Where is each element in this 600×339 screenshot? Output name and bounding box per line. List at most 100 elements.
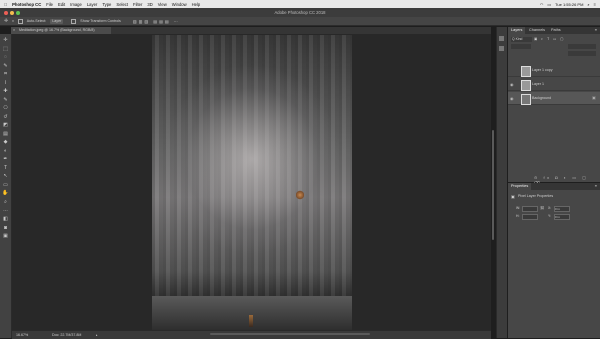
tab-paths[interactable]: Paths <box>548 27 564 34</box>
close-window-icon[interactable] <box>4 10 8 15</box>
pen-icon[interactable]: ✒ <box>2 156 9 163</box>
menu-help[interactable]: Help <box>192 2 201 7</box>
menubar-clock[interactable]: Tue 1:55:26 PM <box>555 2 583 7</box>
eraser-icon[interactable]: ◩ <box>2 122 9 129</box>
menu-layer[interactable]: Layer <box>87 2 97 7</box>
height-field[interactable] <box>522 214 538 220</box>
marquee-icon[interactable]: ⬚ <box>2 46 9 53</box>
close-doc-icon[interactable]: × <box>13 27 15 34</box>
gradient-icon[interactable]: ▤ <box>2 131 9 138</box>
properties-menu-icon[interactable]: ≡ <box>592 183 600 190</box>
healing-icon[interactable]: ✚ <box>2 88 9 95</box>
apple-icon[interactable]:  <box>4 2 7 7</box>
type-icon[interactable]: T <box>2 165 9 172</box>
x-field[interactable]: 0 in <box>554 206 570 212</box>
visibility-icon[interactable]: ◉ <box>510 82 514 87</box>
layer-row[interactable]: Layer 1 copy <box>508 64 600 77</box>
link-icon[interactable]: ⛓ <box>540 206 544 210</box>
more-icon[interactable]: … <box>2 207 9 214</box>
width-field[interactable] <box>522 206 538 212</box>
colors-icon[interactable]: ◧ <box>2 216 9 223</box>
adjustments-panel-icon[interactable] <box>499 46 504 51</box>
menu-view[interactable]: View <box>158 2 167 7</box>
menu-type[interactable]: Type <box>102 2 111 7</box>
path-select-icon[interactable]: ↖ <box>2 173 9 180</box>
layer-thumbnail <box>521 65 531 77</box>
options-bar: ✛ ▾ Auto-Select: Layer Show Transform Co… <box>0 17 600 26</box>
dodge-icon[interactable]: ◐ <box>2 148 9 155</box>
layers-panel: Layers Channels Paths ≡ Q Kind ▣ ◐ T ▭ ▢… <box>508 27 600 185</box>
stamp-icon[interactable]: ⎔ <box>2 105 9 112</box>
quick-select-icon[interactable]: ✎ <box>2 63 9 70</box>
document-canvas-image[interactable] <box>152 35 352 330</box>
menubar-status-area: ◠ ▭ Tue 1:55:26 PM ⌕ ≡ <box>540 0 596 8</box>
align-icons[interactable]: ▥▥▥ ▤▤▤ ⋯ <box>133 19 180 24</box>
crop-icon[interactable]: ⌗ <box>2 71 9 78</box>
tab-channels[interactable]: Channels <box>526 27 548 34</box>
lock-icon[interactable]: ▣ <box>592 95 596 100</box>
properties-panel: Properties ≡ ▣ Pixel Layer Properties W:… <box>508 183 600 338</box>
visibility-icon[interactable]: ◉ <box>510 96 514 101</box>
screenmode-icon[interactable]: ▣ <box>2 233 9 240</box>
quickmask-icon[interactable]: ◙ <box>2 225 9 232</box>
menu-app-name[interactable]: Photoshop CC <box>12 2 41 7</box>
layer-name[interactable]: Layer 1 <box>532 78 544 90</box>
layer-row[interactable]: ◉ Layer 1 <box>508 78 600 91</box>
horizontal-scrollbar[interactable] <box>210 333 370 335</box>
tab-properties[interactable]: Properties <box>508 183 532 190</box>
auto-select-label: Auto-Select: <box>26 19 47 23</box>
history-panel-icon[interactable] <box>499 36 504 41</box>
brush-icon[interactable]: ✎ <box>2 97 9 104</box>
minimize-window-icon[interactable] <box>10 10 14 15</box>
hand-icon[interactable]: ✋ <box>2 190 9 197</box>
search-icon[interactable]: ⌕ <box>587 2 589 7</box>
layer-name[interactable]: Background <box>532 92 551 104</box>
panel-menu-icon[interactable]: ≡ <box>592 27 600 34</box>
x-label: X: <box>548 206 552 210</box>
wifi-icon[interactable]: ◠ <box>540 2 544 7</box>
auto-select-checkbox[interactable] <box>17 18 23 24</box>
layer-thumbnail <box>521 79 531 91</box>
auto-select-dropdown[interactable]: Layer <box>50 18 64 24</box>
blend-mode-dropdown[interactable] <box>511 44 531 49</box>
layer-row[interactable]: ◉ Background ▣ <box>508 92 600 105</box>
shape-icon[interactable]: ▭ <box>2 182 9 189</box>
eyedropper-icon[interactable]: ⌇ <box>2 80 9 87</box>
properties-panel-tabs: Properties ≡ <box>508 183 600 190</box>
document-tab[interactable]: × Meditation.jpeg @ 16.7% (Background, R… <box>11 27 111 34</box>
y-field[interactable]: 0 in <box>554 214 570 220</box>
layer-name[interactable]: Layer 1 copy <box>532 64 553 76</box>
pixel-layer-icon: ▣ <box>511 194 515 199</box>
history-brush-icon[interactable]: ↺ <box>2 114 9 121</box>
move-icon[interactable]: ✛ <box>2 37 9 44</box>
menu-edit[interactable]: Edit <box>58 2 65 7</box>
blur-icon[interactable]: ◆ <box>2 139 9 146</box>
menu-3d[interactable]: 3D <box>147 2 152 7</box>
lasso-icon[interactable]: ◌ <box>2 54 9 61</box>
window-title: Adobe Photoshop CC 2018 <box>274 10 326 15</box>
zoom-icon[interactable]: ⌕ <box>2 199 9 206</box>
mac-menu-bar:  Photoshop CC File Edit Image Layer Typ… <box>0 0 600 8</box>
menu-filter[interactable]: Filter <box>133 2 142 7</box>
show-transform-label: Show Transform Controls <box>80 19 121 23</box>
tab-layers[interactable]: Layers <box>508 27 526 34</box>
move-tool-preset-icon[interactable]: ✛ <box>4 18 8 24</box>
layer-filter-icons[interactable]: ▣ ◐ T ▭ ▢ <box>534 37 565 41</box>
preset-dropdown-icon[interactable]: ▾ <box>12 19 14 23</box>
height-label: H: <box>516 214 520 218</box>
menu-file[interactable]: File <box>46 2 53 7</box>
maximize-window-icon[interactable] <box>16 10 20 15</box>
y-label: Y: <box>548 214 552 218</box>
menu-image[interactable]: Image <box>70 2 82 7</box>
menu-list-icon[interactable]: ≡ <box>594 2 596 7</box>
battery-icon[interactable]: ▭ <box>547 2 551 7</box>
show-transform-checkbox[interactable] <box>71 18 77 24</box>
fill-field[interactable] <box>568 51 596 56</box>
vertical-scrollbar[interactable] <box>492 130 494 240</box>
menu-window[interactable]: Window <box>172 2 187 7</box>
layer-filter-dropdown[interactable]: Q Kind <box>511 37 532 42</box>
properties-section-title: Pixel Layer Properties <box>518 194 554 198</box>
opacity-field[interactable] <box>568 44 596 49</box>
menu-select[interactable]: Select <box>116 2 128 7</box>
document-tab-label: Meditation.jpeg @ 16.7% (Background, RGB… <box>19 28 95 32</box>
